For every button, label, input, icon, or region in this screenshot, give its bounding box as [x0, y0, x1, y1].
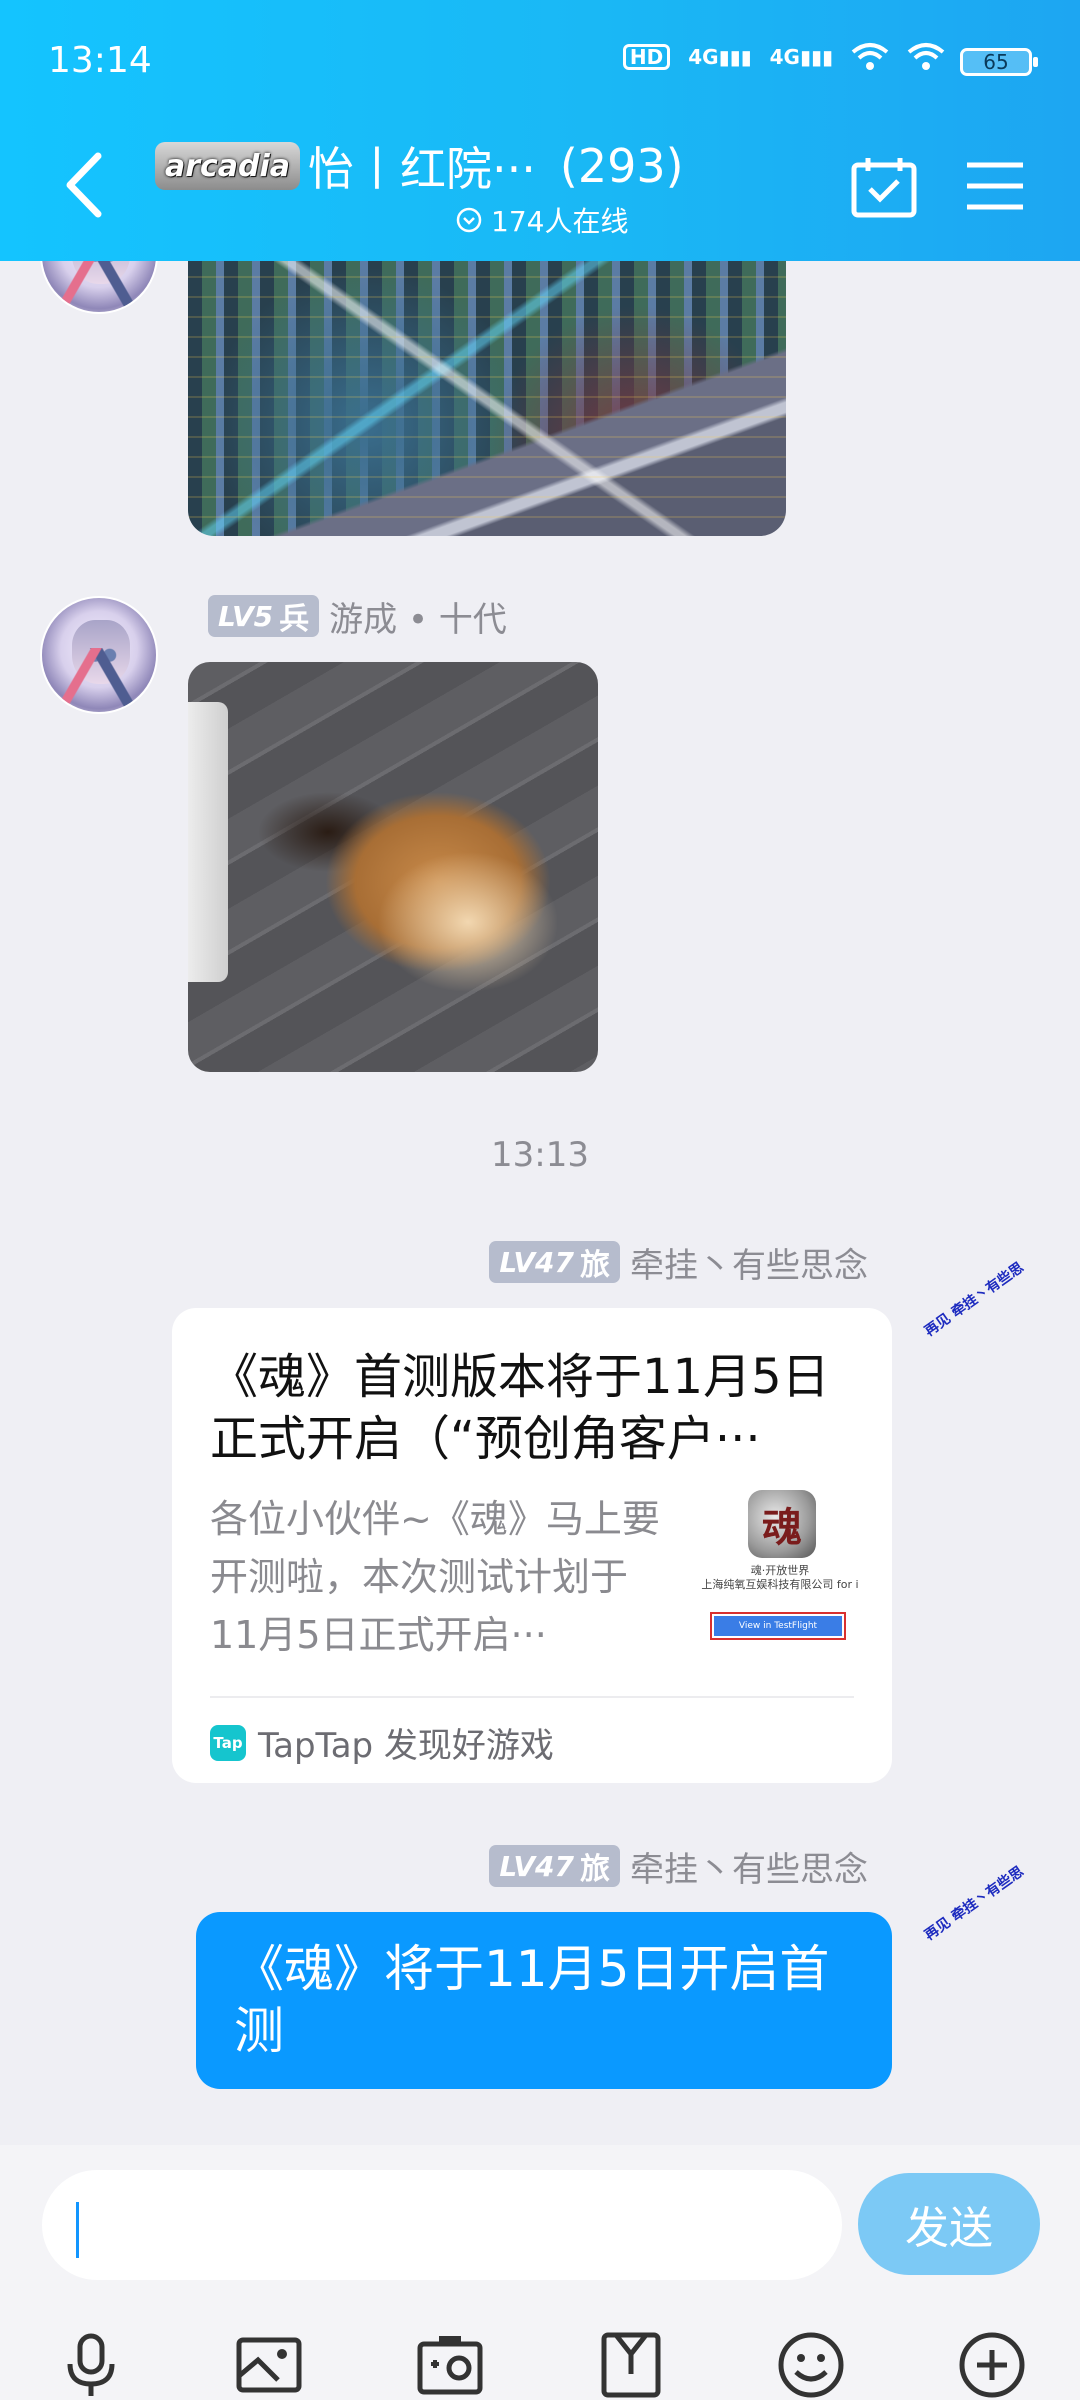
- card-thumbnail: 魂 魂·开放世界 上海纯氧互娱科技有限公司 for i View in Test…: [698, 1490, 862, 1654]
- status-time: 13:14: [48, 40, 152, 81]
- card-source: Tap TapTap 发现好游戏: [210, 1718, 554, 1767]
- sender-line: LV47 旅 牵挂丶有些思念: [489, 1844, 868, 1890]
- member-count: (293): [559, 139, 684, 193]
- wifi-icon: [907, 43, 945, 70]
- menu-icon[interactable]: [965, 160, 1025, 212]
- plus-icon[interactable]: [957, 2330, 1027, 2400]
- avatar-sticker[interactable]: 再见 牵挂丶有些思: [920, 1859, 1030, 1944]
- source-label: TapTap 发现好游戏: [258, 1726, 554, 1766]
- thumbnail-text: 魂·开放世界 上海纯氧互娱科技有限公司 for i: [701, 1564, 859, 1591]
- camera-icon[interactable]: [415, 2330, 485, 2400]
- signal-icon: 4G▮▮▮: [769, 45, 833, 69]
- avatar-sticker[interactable]: 再见 牵挂丶有些思: [920, 1255, 1030, 1340]
- message-input[interactable]: [42, 2170, 842, 2280]
- back-icon[interactable]: [58, 150, 112, 220]
- battery-indicator: 65: [960, 48, 1038, 76]
- level-badge: LV47 旅: [489, 1241, 620, 1283]
- status-icons: HD 4G▮▮▮ 4G▮▮▮: [622, 42, 945, 72]
- signal-icon: 4G▮▮▮: [688, 45, 752, 69]
- group-title-row[interactable]: arcadia 怡丨红院··· (293): [155, 134, 684, 198]
- card-title: 《魂》首测版本将于11月5日正式开启（“预创角客户···: [210, 1349, 830, 1467]
- card-description: 各位小伙伴~《魂》马上要开测啦，本次测试计划于11月5日正式开启···: [210, 1497, 660, 1657]
- game-screenshot-image[interactable]: [188, 258, 786, 536]
- image-icon[interactable]: [234, 2330, 304, 2400]
- message-bubble[interactable]: 《魂》将于11月5日开启首测: [196, 1912, 892, 2089]
- chevron-down-circle-icon: [456, 207, 482, 233]
- link-card[interactable]: 《魂》首测版本将于11月5日正式开启（“预创角客户··· 各位小伙伴~《魂》马上…: [172, 1308, 892, 1783]
- calendar-check-icon[interactable]: [850, 155, 918, 219]
- sender-name: 牵挂丶有些思念: [630, 1245, 868, 1286]
- game-logo: 魂: [748, 1490, 816, 1558]
- hd-icon: HD: [622, 44, 671, 70]
- message-timestamp: 13:13: [491, 1135, 589, 1175]
- sender-line: LV47 旅 牵挂丶有些思念: [489, 1240, 868, 1286]
- avatar[interactable]: [40, 596, 158, 714]
- dog-gif-image[interactable]: [188, 662, 598, 1072]
- group-title: 怡丨红院···: [308, 142, 536, 196]
- thumbnail-button: View in TestFlight: [710, 1612, 846, 1640]
- level-badge: LV47 旅: [489, 1845, 620, 1887]
- emoji-icon[interactable]: [776, 2330, 846, 2400]
- input-bar: 发送: [0, 2145, 1080, 2400]
- sender-name[interactable]: 游成 • 十代: [329, 592, 507, 641]
- sender-line: LV5 兵 游成 • 十代: [208, 592, 507, 641]
- status-bar: 13:14 HD 4G▮▮▮ 4G▮▮▮ 65: [0, 30, 1080, 96]
- online-count: 174人在线: [491, 205, 629, 238]
- chat-header: 13:14 HD 4G▮▮▮ 4G▮▮▮ 65 arcadia 怡丨红院··· …: [0, 0, 1080, 261]
- file-icon[interactable]: [596, 2330, 666, 2400]
- online-status[interactable]: 174人在线: [455, 200, 628, 240]
- mic-icon[interactable]: [56, 2330, 126, 2400]
- divider: [210, 1696, 854, 1698]
- text-caret: [76, 2202, 79, 2258]
- taptap-icon: Tap: [210, 1724, 246, 1761]
- level-badge: LV5 兵: [208, 595, 320, 637]
- send-button[interactable]: 发送: [858, 2173, 1040, 2275]
- sender-name: 牵挂丶有些思念: [630, 1849, 868, 1890]
- group-logo: arcadia: [155, 142, 300, 190]
- wifi-icon: [851, 43, 889, 70]
